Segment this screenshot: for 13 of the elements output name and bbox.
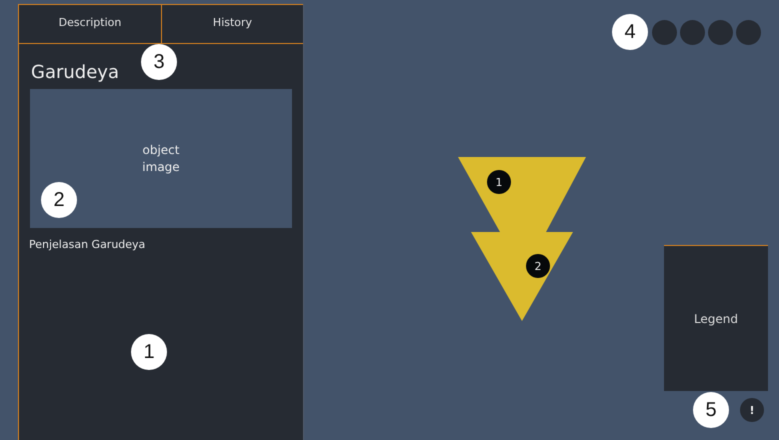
object-title: Garudeya (31, 62, 120, 83)
image-label: object image (142, 142, 180, 176)
option-dot[interactable] (680, 20, 705, 45)
tab[interactable]: History (161, 5, 303, 43)
tab[interactable]: Description (19, 5, 161, 43)
callout-number: 4 (612, 14, 648, 50)
option-dot[interactable] (736, 20, 761, 45)
legend-panel: Legend (664, 245, 768, 391)
option-dot[interactable] (652, 20, 677, 45)
callout-number: 5 (693, 392, 729, 428)
object-description: Penjelasan Garudeya (29, 238, 146, 251)
option-dot[interactable] (708, 20, 733, 45)
info-button[interactable]: ! (740, 398, 764, 422)
